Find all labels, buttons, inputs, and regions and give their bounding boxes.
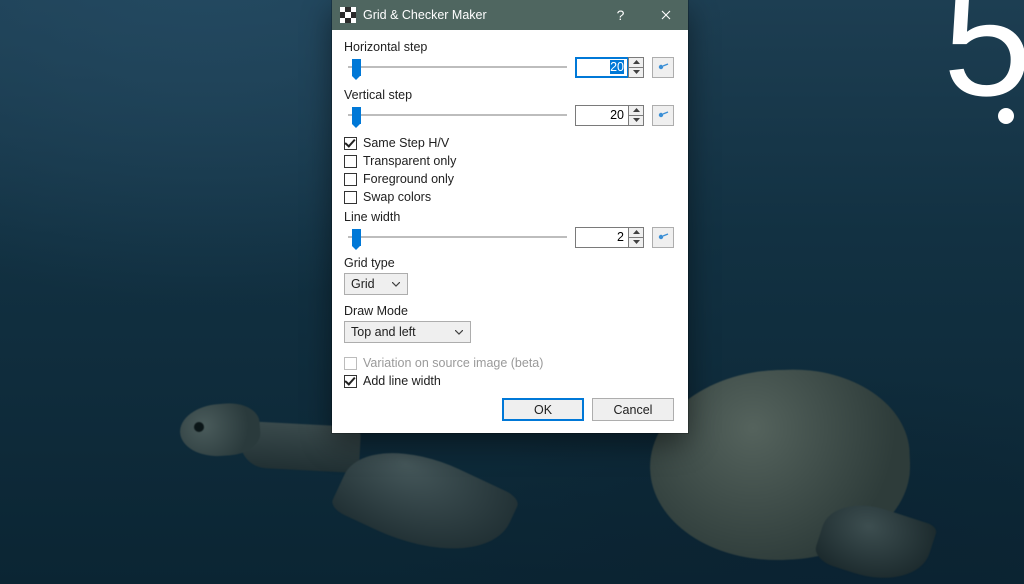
reset-icon [657,109,669,121]
label-same-step: Same Step H/V [363,136,449,150]
checkbox-foreground-only[interactable] [344,173,357,186]
dropdown-draw-mode[interactable]: Top and left [344,321,471,343]
wallpaper-dot [998,108,1014,124]
row-transparent-only[interactable]: Transparent only [344,154,674,168]
help-button[interactable]: ? [598,0,643,30]
label-vertical-step: Vertical step [344,88,674,102]
reset-horizontal-step[interactable] [652,57,674,78]
row-foreground-only[interactable]: Foreground only [344,172,674,186]
spin-up-icon[interactable] [629,106,643,115]
cancel-button-label: Cancel [614,403,653,417]
label-swap-colors: Swap colors [363,190,431,204]
ok-button-label: OK [534,403,552,417]
reset-vertical-step[interactable] [652,105,674,126]
row-variation: Variation on source image (beta) [344,356,674,370]
spin-down-icon[interactable] [629,237,643,247]
spin-vertical-step[interactable] [575,105,644,126]
checkbox-variation [344,357,357,370]
dropdown-grid-type[interactable]: Grid [344,273,408,295]
dropdown-grid-type-value: Grid [351,277,389,291]
input-line-width[interactable] [575,227,628,248]
checkbox-same-step[interactable] [344,137,357,150]
chevron-down-icon [389,282,403,287]
slider-horizontal-step[interactable] [348,57,567,77]
spin-line-width[interactable] [575,227,644,248]
checkbox-swap-colors[interactable] [344,191,357,204]
titlebar[interactable]: Grid & Checker Maker ? [332,0,688,30]
wallpaper-number: 5 [943,0,1024,120]
reset-icon [657,61,669,73]
label-transparent-only: Transparent only [363,154,456,168]
close-button[interactable] [643,0,688,30]
label-add-line-width: Add line width [363,374,441,388]
ok-button[interactable]: OK [502,398,584,421]
reset-icon [657,231,669,243]
spin-down-icon[interactable] [629,67,643,77]
app-icon [340,7,356,23]
window-title: Grid & Checker Maker [363,8,598,22]
input-horizontal-step[interactable] [575,57,628,78]
dropdown-draw-mode-value: Top and left [351,325,452,339]
checkbox-transparent-only[interactable] [344,155,357,168]
slider-line-width[interactable] [348,227,567,247]
label-variation: Variation on source image (beta) [363,356,543,370]
label-foreground-only: Foreground only [363,172,454,186]
cancel-button[interactable]: Cancel [592,398,674,421]
row-swap-colors[interactable]: Swap colors [344,190,674,204]
row-add-line-width[interactable]: Add line width [344,374,674,388]
row-same-step[interactable]: Same Step H/V [344,136,674,150]
label-draw-mode: Draw Mode [344,304,674,318]
checkbox-add-line-width[interactable] [344,375,357,388]
spin-up-icon[interactable] [629,58,643,67]
label-line-width: Line width [344,210,674,224]
dialog-grid-checker-maker: Grid & Checker Maker ? Horizontal step [332,0,688,433]
reset-line-width[interactable] [652,227,674,248]
slider-vertical-step[interactable] [348,105,567,125]
chevron-down-icon [452,330,466,335]
spin-down-icon[interactable] [629,115,643,125]
label-grid-type: Grid type [344,256,674,270]
spin-horizontal-step[interactable] [575,57,644,78]
label-horizontal-step: Horizontal step [344,40,674,54]
input-vertical-step[interactable] [575,105,628,126]
spin-up-icon[interactable] [629,228,643,237]
